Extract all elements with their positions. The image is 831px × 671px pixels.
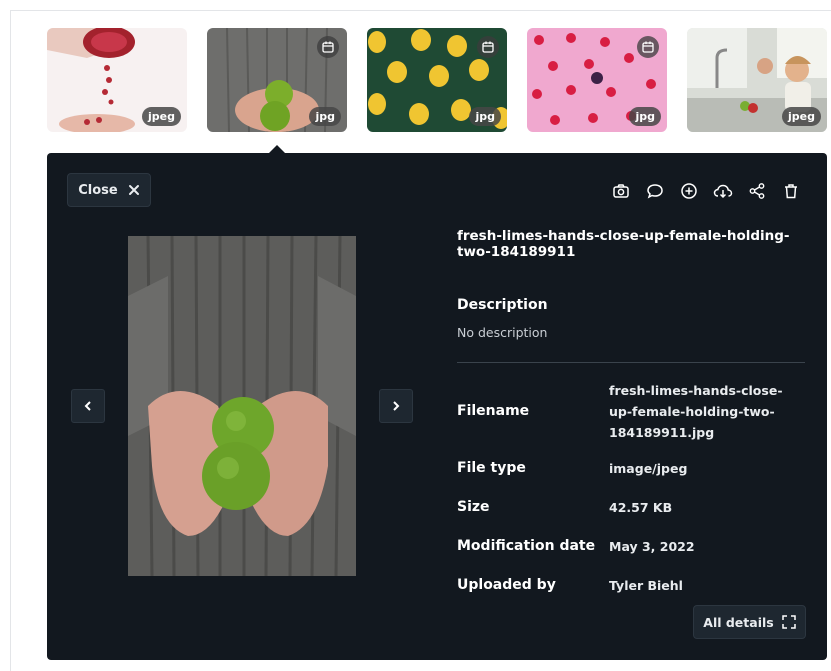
thumbnail-kitchen[interactable]: jpeg [687,28,827,132]
filetype-label: File type [457,460,526,476]
filename-label: Filename [457,403,530,419]
thumbnail-raspberries[interactable]: jpg [527,28,667,132]
all-details-button[interactable]: All details [693,605,806,639]
previous-button[interactable] [71,389,105,423]
description-heading: Description [457,297,548,313]
description-value: No description [457,325,548,340]
asset-detail-panel: Close fresh-limes-hands-close-up-female-… [47,153,827,660]
asset-toolbar [610,180,802,202]
close-button[interactable]: Close [67,173,151,207]
all-details-label: All details [703,614,774,630]
uploaded-by-value: Tyler Biehl [609,578,683,593]
file-type-badge: jpg [629,107,661,126]
trash-icon[interactable] [780,180,802,202]
camera-icon[interactable] [610,180,632,202]
file-type-badge: jpg [309,107,341,126]
cloud-download-icon[interactable] [712,180,734,202]
chevron-left-icon [84,401,91,411]
thumbnail-limes[interactable]: jpg [207,28,347,132]
file-type-badge: jpeg [782,107,821,126]
size-value: 42.57 KB [609,500,673,515]
divider [457,362,805,363]
file-type-badge: jpg [469,107,501,126]
close-icon [128,185,139,195]
close-button-label: Close [78,182,118,198]
calendar-check-icon [317,36,339,58]
filetype-value: image/jpeg [609,461,688,476]
asset-title: fresh-limes-hands-close-up-female-holdin… [457,228,790,260]
modification-date-value: May 3, 2022 [609,539,695,554]
modification-date-label: Modification date [457,538,596,554]
asset-preview-image [128,236,356,576]
next-button[interactable] [379,389,413,423]
share-icon[interactable] [746,180,768,202]
filename-value: fresh-limes-hands-close-up-female-holdin… [609,383,783,440]
comment-icon[interactable] [644,180,666,202]
chevron-right-icon [393,401,400,411]
file-type-badge: jpeg [142,107,181,126]
thumbnail-pomegranate[interactable]: jpeg [47,28,187,132]
thumbnail-lemons[interactable]: jpg [367,28,507,132]
uploaded-by-label: Uploaded by [457,577,556,593]
add-circle-icon[interactable] [678,180,700,202]
calendar-check-icon [477,36,499,58]
size-label: Size [457,499,490,515]
calendar-check-icon [637,36,659,58]
expand-icon [781,615,796,629]
